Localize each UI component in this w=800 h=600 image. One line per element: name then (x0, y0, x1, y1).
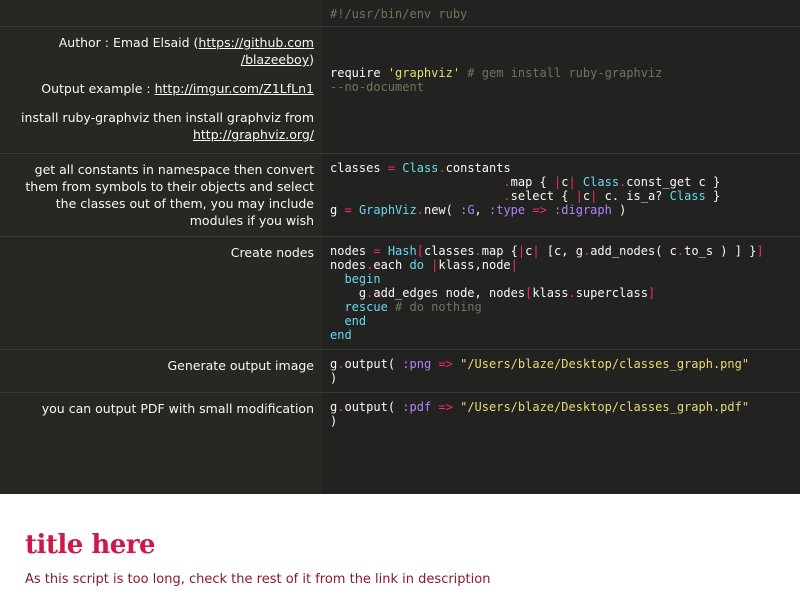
each-call: each (373, 258, 410, 272)
map-call: map { (510, 175, 554, 189)
author-suffix: ) (309, 52, 314, 67)
output-call-pdf: output( (344, 400, 403, 414)
close-paren-pdf: ) (330, 414, 338, 428)
constants-call: constants (445, 161, 511, 175)
png-path-string: "/Users/blaze/Desktop/classes_graph.png" (460, 357, 750, 371)
doc-cell-output-png: Generate output image (0, 350, 322, 392)
output-example-link[interactable]: http://imgur.com/Z1LfLn1 (155, 81, 314, 96)
do-keyword: do (409, 258, 424, 272)
author-link-part-2: /blazeeboy (240, 52, 310, 67)
superclass-call: superclass (575, 286, 648, 300)
nodes-var: nodes (330, 244, 367, 258)
section-create-nodes: Create nodes nodes = Hash[classes.map {|… (0, 237, 800, 350)
end-keyword-inner: end (344, 314, 367, 328)
docco-document: #!/usr/bin/env ruby Author : Emad Elsaid… (0, 0, 800, 494)
author-link[interactable]: https://github.com/blazeeboy (198, 35, 314, 67)
section-shebang: #!/usr/bin/env ruby (0, 0, 800, 27)
section-output-png: Generate output image g.output( :png => … (0, 350, 800, 393)
section-header-info: Author : Emad Elsaid (https://github.com… (0, 27, 800, 154)
output-line: Output example : http://imgur.com/Z1LfLn… (6, 80, 314, 97)
doc-cell-create-nodes: Create nodes (0, 237, 322, 349)
doc-cell-constants: get all constants in namespace then conv… (0, 154, 322, 236)
symbol-pdf: :pdf (402, 400, 432, 414)
const-get-call: const_get c } (626, 175, 721, 189)
symbol-type: :type (489, 203, 526, 217)
add-nodes-call: add_nodes( c (590, 244, 677, 258)
klass-ref: klass (532, 286, 569, 300)
rescue-keyword: rescue (344, 300, 388, 314)
symbol-g: :G (460, 203, 475, 217)
pdf-path-string: "/Users/blaze/Desktop/classes_graph.pdf" (460, 400, 750, 414)
class-constant-3: Class (669, 189, 706, 203)
doc-cell-empty (0, 0, 322, 26)
symbol-png: :png (402, 357, 432, 371)
each-block-args: klass,node (438, 258, 511, 272)
code-cell-create-nodes: nodes = Hash[classes.map {|c| [c, g.add_… (322, 237, 800, 349)
add-edges-call: add_edges node, nodes (373, 286, 526, 300)
classes-var: classes (330, 161, 381, 175)
new-call: new( (423, 203, 461, 217)
output-prefix: Output example : (41, 81, 155, 96)
classes-ref: classes (423, 244, 475, 258)
install-line: install ruby-graphviz then install graph… (6, 109, 314, 143)
class-constant: Class (402, 161, 439, 175)
footer-title: title here (25, 530, 156, 560)
rescue-comment: # do nothing (395, 300, 482, 314)
code-cell-output-pdf: g.output( :pdf => "/Users/blaze/Desktop/… (322, 393, 800, 494)
is-a-call: c. is_a? (604, 189, 670, 203)
require-comment-cont: --no-document (330, 80, 424, 94)
begin-keyword: begin (344, 272, 381, 286)
nodes-map-pair: [c, g (539, 244, 583, 258)
code-cell-output-png: g.output( :png => "/Users/blaze/Desktop/… (322, 350, 800, 392)
select-call: select { (510, 189, 576, 203)
require-comment: # gem install ruby-graphviz (467, 66, 663, 80)
nodes-map-call: map { (481, 244, 518, 258)
author-prefix: Author : Emad Elsaid ( (58, 35, 199, 50)
g-var: g (330, 203, 338, 217)
doc-cell-output-pdf: you can output PDF with small modificati… (0, 393, 322, 494)
close-paren-png: ) (330, 371, 338, 385)
select-close: } (705, 189, 721, 203)
code-cell-constants: classes = Class.constants .map { |c| Cla… (322, 154, 800, 236)
end-keyword-outer: end (330, 328, 352, 342)
require-string: 'graphviz' (387, 66, 461, 80)
require-keyword: require (330, 66, 381, 80)
shebang-comment: #!/usr/bin/env ruby (330, 7, 468, 21)
close-paren: ) (619, 203, 627, 217)
author-link-part-1: https://github.com (198, 35, 314, 50)
graphviz-constant: GraphViz (358, 203, 417, 217)
footer-description: As this script is too long, check the re… (25, 572, 491, 587)
hash-constant: Hash (387, 244, 417, 258)
section-output-pdf: you can output PDF with small modificati… (0, 393, 800, 494)
doc-cell-header-info: Author : Emad Elsaid (https://github.com… (0, 27, 322, 153)
class-constant-2: Class (582, 175, 620, 189)
install-text: install ruby-graphviz then install graph… (21, 110, 314, 125)
output-call-png: output( (344, 357, 403, 371)
to-s-call: to_s ) ] (684, 244, 742, 258)
author-line: Author : Emad Elsaid (https://github.com… (6, 34, 314, 68)
code-cell-require: require 'graphviz' # gem install ruby-gr… (322, 27, 800, 153)
footer: title here As this script is too long, c… (0, 494, 800, 600)
graphviz-link[interactable]: http://graphviz.org/ (193, 127, 314, 142)
code-cell-shebang: #!/usr/bin/env ruby (322, 0, 800, 26)
nodes-ref: nodes (330, 258, 367, 272)
symbol-digraph: :digraph (554, 203, 612, 217)
section-constants: get all constants in namespace then conv… (0, 154, 800, 237)
